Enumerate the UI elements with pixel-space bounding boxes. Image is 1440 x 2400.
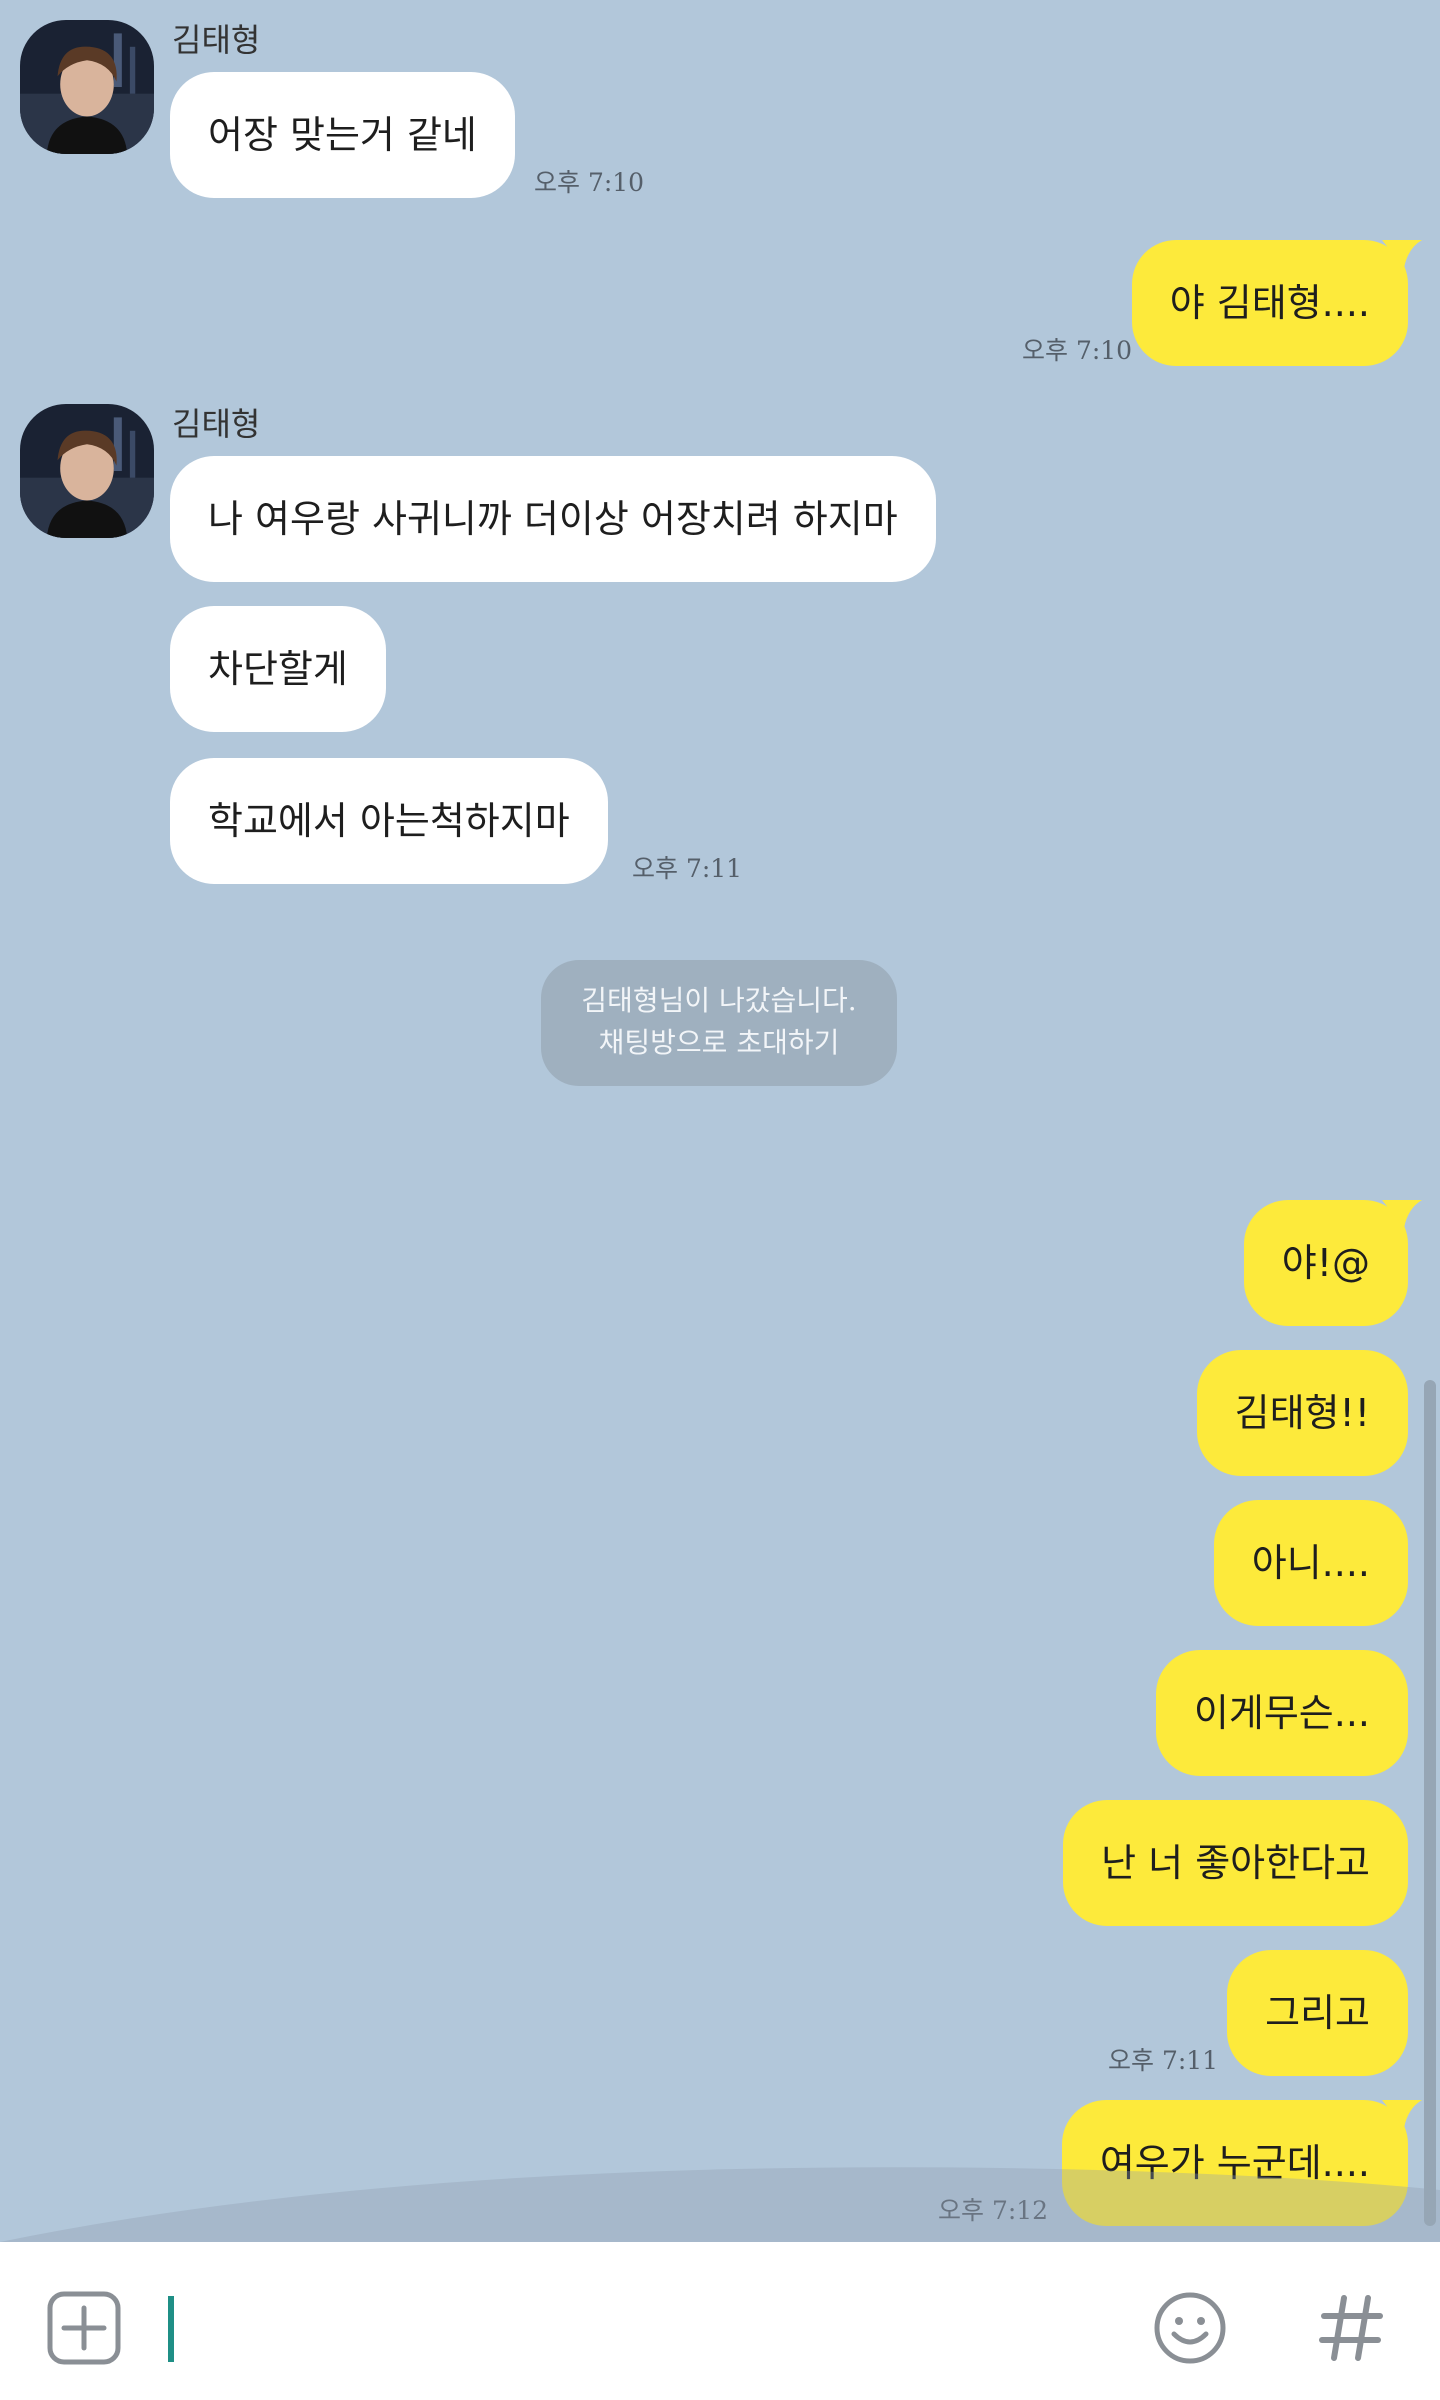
message-timestamp: 오후 7:10 bbox=[1022, 336, 1133, 365]
smiley-icon[interactable] bbox=[1152, 2290, 1228, 2366]
plus-box-icon[interactable] bbox=[46, 2290, 122, 2366]
incoming-message-bubble[interactable]: 차단할게 bbox=[170, 606, 386, 732]
outgoing-message-bubble[interactable]: 그리고 bbox=[1227, 1950, 1408, 2076]
avatar[interactable] bbox=[20, 20, 154, 154]
incoming-message-bubble[interactable]: 어장 맞는거 같네 bbox=[170, 72, 515, 198]
avatar[interactable] bbox=[20, 404, 154, 538]
outgoing-message-bubble[interactable]: 이게무슨... bbox=[1155, 1650, 1408, 1776]
message-input[interactable] bbox=[180, 2280, 1120, 2370]
keyboard-transition-shade bbox=[0, 2167, 1440, 2242]
chat-area[interactable]: 김태형 어장 맞는거 같네 오후 7:10 야 김태형.... 오후 7:10 … bbox=[0, 0, 1440, 2242]
sender-name: 김태형 bbox=[172, 21, 261, 59]
incoming-message-bubble[interactable]: 학교에서 아는척하지마 bbox=[170, 758, 608, 884]
bubble-tail bbox=[1382, 1200, 1422, 1228]
message-timestamp: 오후 7:11 bbox=[632, 854, 743, 883]
invite-to-chat-link[interactable]: 채팅방으로 초대하기 bbox=[541, 1022, 897, 1064]
message-timestamp: 오후 7:10 bbox=[534, 168, 645, 197]
sender-name: 김태형 bbox=[172, 405, 261, 443]
bubble-tail bbox=[1382, 2100, 1422, 2128]
hash-icon[interactable] bbox=[1316, 2292, 1386, 2364]
bubble-tail bbox=[1382, 240, 1422, 268]
system-notice-text: 김태형님이 나갔습니다. bbox=[581, 984, 857, 1017]
outgoing-message-bubble[interactable]: 김태형!! bbox=[1196, 1350, 1408, 1476]
incoming-message-bubble[interactable]: 나 여우랑 사귀니까 더이상 어장치려 하지마 bbox=[170, 456, 936, 582]
outgoing-message-bubble[interactable]: 야 김태형.... bbox=[1131, 240, 1408, 366]
system-notice[interactable]: 김태형님이 나갔습니다. 채팅방으로 초대하기 bbox=[541, 960, 897, 1086]
outgoing-message-bubble[interactable]: 아니.... bbox=[1213, 1500, 1408, 1626]
text-cursor bbox=[168, 2296, 174, 2362]
message-timestamp: 오후 7:11 bbox=[1108, 2046, 1219, 2075]
outgoing-message-bubble[interactable]: 난 너 좋아한다고 bbox=[1063, 1800, 1408, 1926]
scrollbar[interactable] bbox=[1424, 1380, 1436, 2226]
